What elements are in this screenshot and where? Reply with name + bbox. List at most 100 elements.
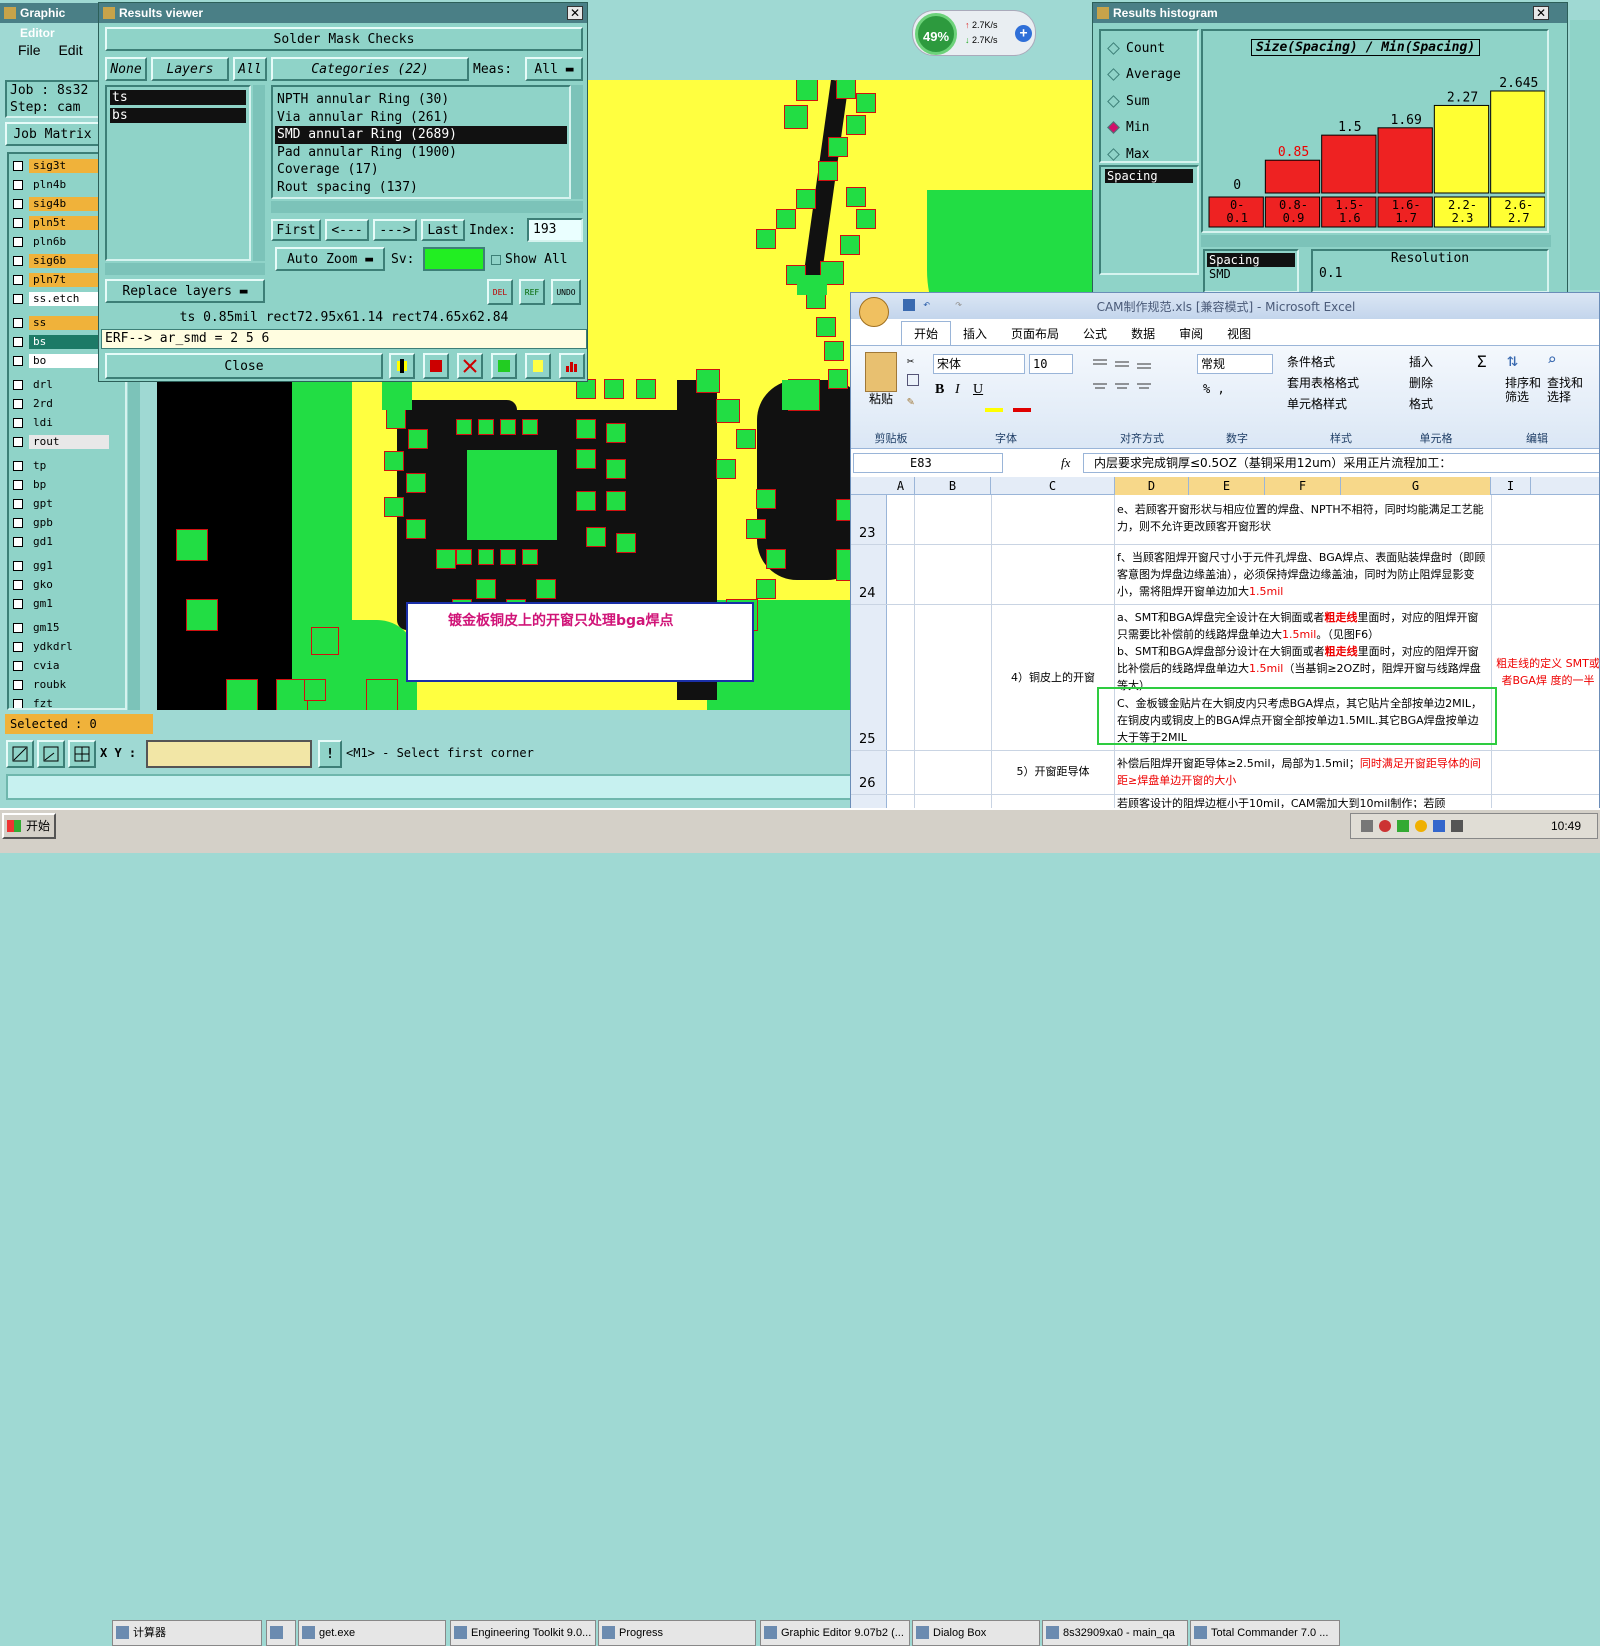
ribbon-tab[interactable]: 公式 [1071,322,1119,346]
layer-checkbox[interactable] [13,561,23,571]
ribbon-tab[interactable]: 数据 [1119,322,1167,346]
column-header[interactable]: E [1189,477,1265,495]
layer-row[interactable]: tp [9,458,125,474]
column-header[interactable]: B [915,477,991,495]
category-item[interactable]: Via annular Ring (261) [275,109,567,127]
find-select-label[interactable]: 查找和选择 [1547,376,1587,404]
layer-checkbox[interactable] [13,218,23,228]
prev-button[interactable]: <--- [325,219,369,241]
spacing-field[interactable]: Spacing [1105,169,1193,183]
plus-icon[interactable]: + [1015,25,1032,42]
categories-button[interactable]: Categories (22) [271,57,469,81]
result-layer-item[interactable]: ts [110,90,246,105]
layer-checkbox[interactable] [13,437,23,447]
name-box[interactable]: E83 [853,453,1003,473]
report-icon[interactable] [525,353,551,379]
layer-row[interactable]: ldi [9,415,125,431]
taskbar-item[interactable]: Total Commander 7.0 ... [1190,1620,1340,1646]
layer-checkbox[interactable] [13,256,23,266]
close-icon[interactable]: ✕ [1533,6,1549,20]
underline-button[interactable]: U [973,382,983,398]
paste-icon[interactable] [865,352,897,392]
chart-hscrollbar[interactable] [1201,235,1551,247]
layer-scrollbar[interactable] [253,85,265,261]
cell-d25[interactable]: a、SMT和BGA焊盘完全设计在大铜面或者粗走线里面时，对应的阻焊开窗只需要比补… [1117,609,1489,694]
number-format-select[interactable]: 常规 [1197,354,1273,374]
sum-icon[interactable]: Σ [1477,352,1487,371]
next-button[interactable]: ---> [373,219,417,241]
function-icon[interactable]: fx [1061,455,1070,471]
check-icon[interactable] [491,353,517,379]
histogram-option[interactable]: Sum [1105,88,1193,115]
ribbon-tab[interactable]: 审阅 [1167,322,1215,346]
category-item[interactable]: NPTH annular Ring (30) [275,91,567,109]
column-header[interactable]: F [1265,477,1341,495]
start-button[interactable]: 开始 [2,813,56,839]
all-button[interactable]: All [233,57,267,81]
layer-hscrollbar[interactable] [105,263,265,275]
layer-row[interactable]: ydkdrl [9,639,125,655]
cells-button[interactable]: 删除 [1409,373,1433,394]
layer-checkbox[interactable] [13,480,23,490]
histogram-bar[interactable] [1433,104,1490,194]
layer-checkbox[interactable] [13,623,23,633]
net-meter[interactable]: 49% ↑ 2.7K/s ↓ 2.7K/s + [912,10,1036,56]
taskbar-item[interactable]: 计算器 [112,1620,262,1646]
last-button[interactable]: Last [421,219,465,241]
field-smd[interactable]: SMD [1207,267,1295,281]
layer-checkbox[interactable] [13,161,23,171]
column-header[interactable]: D [1115,477,1189,495]
menu-file[interactable]: File [18,42,41,58]
cells-button[interactable]: 插入 [1409,352,1433,373]
first-button[interactable]: First [271,219,321,241]
layer-row[interactable]: gd1 [9,534,125,550]
formula-bar[interactable]: 内层要求完成铜厚≤0.5OZ（基铜采用12um）采用正片流程加工： [1083,453,1599,473]
cell-d23[interactable]: e、若顾客开窗形状与相应位置的焊盘、NPTH不相符，同时均能满足工艺能力，则不允… [1117,501,1489,535]
format-painter-icon[interactable]: ✎ [907,394,914,408]
column-header[interactable]: I [1491,477,1531,495]
del-button[interactable]: DEL [487,279,513,305]
layer-row[interactable]: gko [9,577,125,593]
category-hscrollbar[interactable] [271,201,583,213]
replace-layers-select[interactable]: Replace layers ▬ [105,279,265,303]
layer-checkbox[interactable] [13,518,23,528]
tray-icon[interactable] [1379,820,1391,832]
percent-button[interactable]: % , [1203,382,1225,396]
tray-icon[interactable] [1433,820,1445,832]
ref-button[interactable]: REF [519,279,545,305]
layer-checkbox[interactable] [13,537,23,547]
histogram-chart[interactable]: 0 0-0.1 0.85 0.8-0.9 1.5 1.5-1.6 1.69 1.6-1.7 2.… [1207,61,1545,231]
layers-button[interactable]: Layers [151,57,229,81]
cell-c25[interactable]: 4）铜皮上的开窗 [993,669,1113,686]
layer-checkbox[interactable] [13,499,23,509]
bold-button[interactable]: B [935,382,944,398]
tray-icon[interactable] [1415,820,1427,832]
layer-checkbox[interactable] [13,380,23,390]
layer-checkbox[interactable] [13,399,23,409]
results-viewer-titlebar[interactable]: Results viewer ✕ [99,3,587,23]
layer-checkbox[interactable] [13,699,23,708]
font-name-select[interactable]: 宋体 [933,354,1025,374]
ribbon-tab[interactable]: 视图 [1215,322,1263,346]
layer-checkbox[interactable] [13,661,23,671]
index-input[interactable]: 193 [527,218,583,242]
none-button[interactable]: None [105,57,147,81]
close-icon[interactable]: ✕ [567,6,583,20]
column-header[interactable]: G [1341,477,1491,495]
tray-icon[interactable] [1397,820,1409,832]
close-button[interactable]: Close [105,353,383,379]
cell-d24[interactable]: f、当顾客阻焊开窗尺寸小于元件孔焊盘、BGA焊点、表面贴装焊盘时（即顾客意图为焊… [1117,549,1489,600]
layer-row[interactable]: bp [9,477,125,493]
light-icon[interactable] [389,353,415,379]
layer-row[interactable]: cvia [9,658,125,674]
ribbon-tab[interactable]: 开始 [901,321,952,346]
histogram-bar[interactable] [1264,159,1321,194]
alert-icon[interactable]: ! [318,740,342,768]
auto-zoom-select[interactable]: Auto Zoom ▬ [275,247,385,271]
cell-i25[interactable]: 粗走线的定义 SMT或者BGA焊 度的一半 [1495,655,1599,689]
result-layer-item[interactable]: bs [110,108,246,123]
tray-icon[interactable] [1361,820,1373,832]
layer-row[interactable]: gpt [9,496,125,512]
histogram-option[interactable]: Min [1105,115,1193,142]
taskbar-item[interactable]: Engineering Toolkit 9.0... [450,1620,596,1646]
